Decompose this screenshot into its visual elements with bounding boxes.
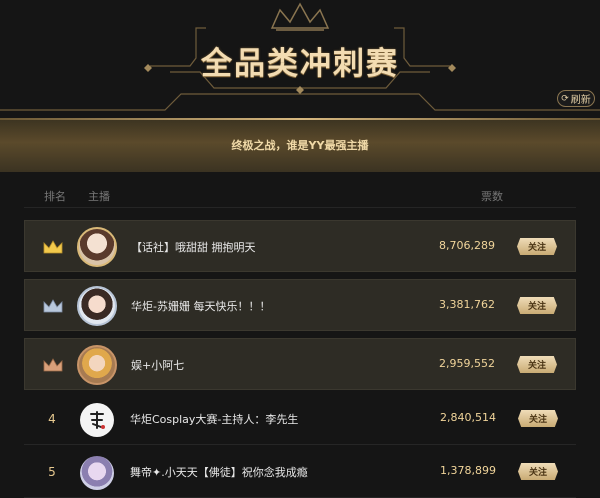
rank-number: 5 [48, 465, 56, 479]
bronze-crown-icon [43, 358, 63, 372]
follow-button[interactable]: 关注 [518, 463, 558, 480]
rank-badge [35, 353, 71, 377]
rank-badge [35, 235, 71, 259]
host-name[interactable]: 华炬Cosplay大赛-主持人：李先生 [130, 411, 298, 427]
banner-edge [0, 118, 600, 120]
column-rank: 排名 [44, 190, 66, 203]
header-crown-icon [270, 2, 330, 31]
silver-crown-icon [43, 299, 63, 313]
page-title: 全品类冲刺赛 [201, 46, 399, 82]
follow-button[interactable]: 关注 [517, 297, 557, 314]
refresh-label: 刷新 [570, 95, 591, 106]
vote-count: 2,840,514 [440, 411, 496, 424]
host-name[interactable]: 娱+小阿七 [131, 357, 184, 373]
rank-number: 4 [48, 412, 56, 426]
ranking-row: 华炬-苏姗姗 每天快乐！！！ 3,381,762 关注 [24, 279, 576, 331]
header-divider [24, 207, 576, 208]
avatar[interactable] [77, 345, 117, 385]
refresh-icon: ⟳ [561, 93, 569, 104]
avatar[interactable] [77, 286, 117, 326]
host-name[interactable]: 华炬-苏姗姗 每天快乐！！！ [131, 298, 270, 314]
follow-button[interactable]: 关注 [518, 410, 558, 427]
host-name[interactable]: 舞帝✦.小天天【佛徒】祝你念我成瘾 [130, 464, 308, 480]
avatar[interactable] [80, 456, 114, 490]
column-votes: 票数 [481, 190, 503, 203]
ranking-row: 【话社】哦甜甜 拥抱明天 8,706,289 关注 [24, 220, 576, 272]
column-host: 主播 [88, 190, 110, 203]
follow-button[interactable]: 关注 [517, 356, 557, 373]
rank-badge [35, 294, 71, 318]
avatar[interactable] [80, 403, 114, 437]
banner-text: 终极之战，谁是YY最强主播 [231, 139, 369, 152]
vote-count: 2,959,552 [439, 357, 495, 370]
refresh-button[interactable]: ⟳ 刷新 [557, 90, 595, 107]
ranking-row: 娱+小阿七 2,959,552 关注 [24, 338, 576, 390]
vote-count: 1,378,899 [440, 464, 496, 477]
follow-button[interactable]: 关注 [517, 238, 557, 255]
vote-count: 3,381,762 [439, 298, 495, 311]
page-header: 全品类冲刺赛 ⟳ 刷新 [0, 0, 600, 118]
gold-crown-icon [43, 240, 63, 254]
vote-count: 8,706,289 [439, 239, 495, 252]
calligraphy-logo-icon [90, 411, 105, 429]
host-name[interactable]: 【话社】哦甜甜 拥抱明天 [131, 239, 256, 255]
avatar[interactable] [77, 227, 117, 267]
ranking-row: 4 华炬Cosplay大赛-主持人：李先生 2,840,514 关注 [24, 393, 576, 445]
ranking-row: 5 舞帝✦.小天天【佛徒】祝你念我成瘾 1,378,899 关注 [24, 446, 576, 498]
